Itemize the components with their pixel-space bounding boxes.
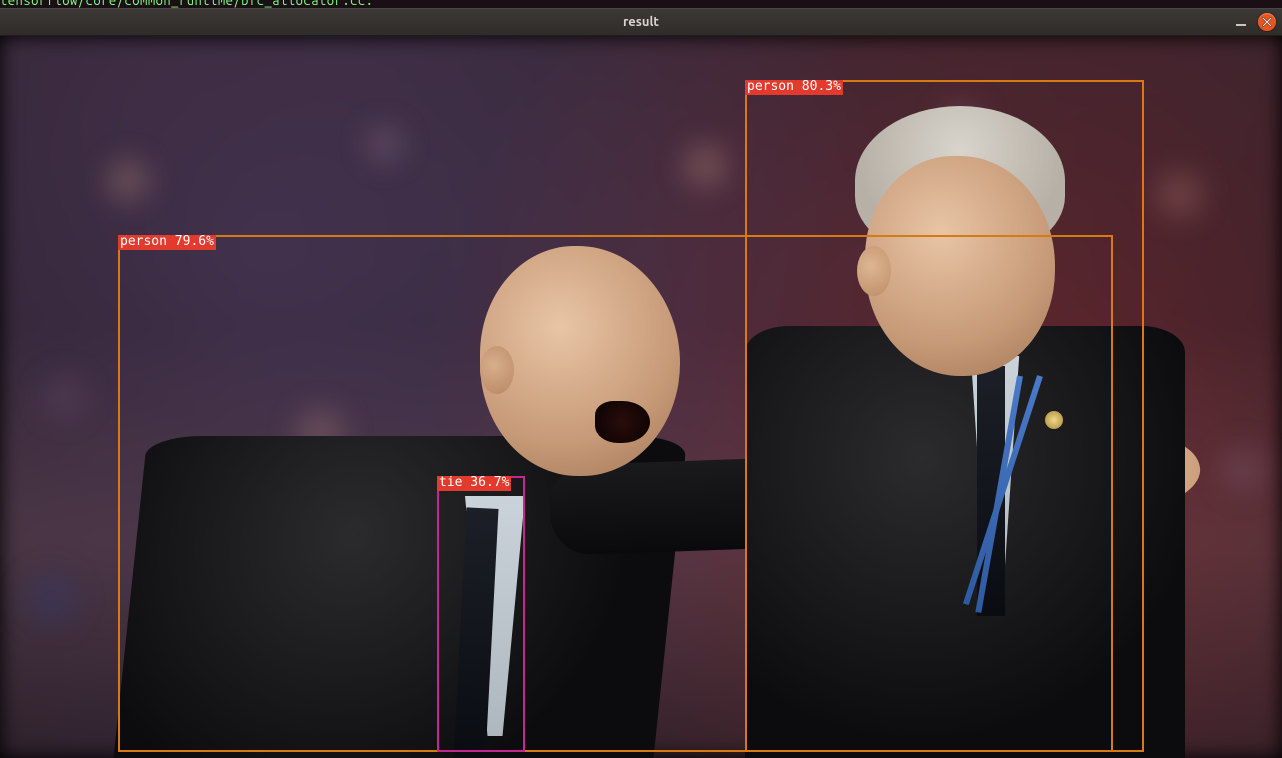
bbox-label: tie 36.7%: [437, 476, 511, 491]
bbox-tie-2: tie 36.7%: [437, 476, 525, 752]
window-titlebar: result: [0, 8, 1282, 36]
bbox-label: person 80.3%: [745, 80, 843, 95]
minimize-icon: [1234, 15, 1248, 29]
image-viewport: person 80.3% person 79.6% tie 36.7%: [0, 36, 1282, 758]
terminal-fragment: tensorflow/core/common_runtime/bfc_alloc…: [0, 0, 1282, 5]
window-controls: [1234, 13, 1276, 31]
close-button[interactable]: [1258, 13, 1276, 31]
bbox-label: person 79.6%: [118, 235, 216, 250]
window-title: result: [623, 15, 659, 29]
minimize-button[interactable]: [1234, 15, 1248, 29]
close-icon: [1262, 17, 1272, 27]
bbox-person-1: person 79.6%: [118, 235, 1113, 752]
background-terminal-strip: tensorflow/core/common_runtime/bfc_alloc…: [0, 0, 1282, 8]
